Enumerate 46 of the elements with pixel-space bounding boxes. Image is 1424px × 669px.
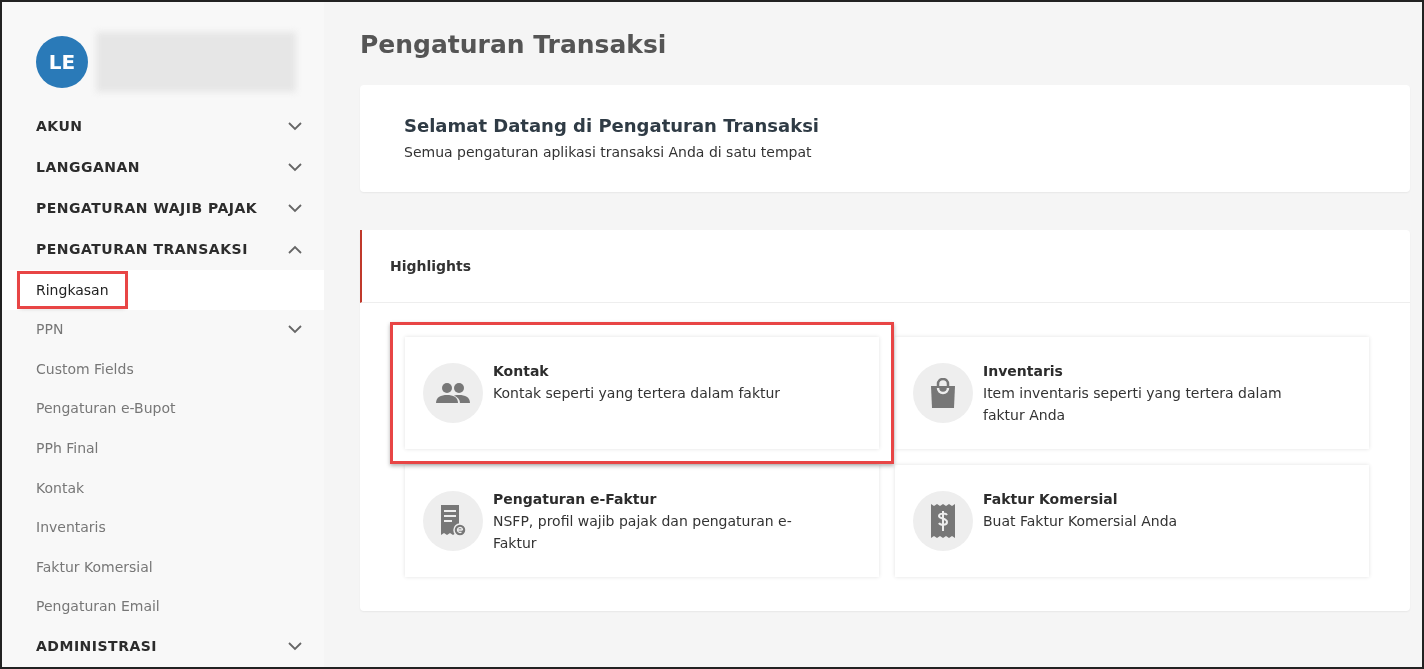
highlight-card[interactable]: Inventaris Item inventaris seperti yang tertera dalam faktur Anda — [895, 337, 1369, 449]
receipt-icon — [439, 505, 467, 537]
sidebar-item[interactable]: PPN — [2, 309, 324, 350]
highlight-card[interactable]: Faktur Komersial Buat Faktur Komersial Anda — [895, 465, 1369, 577]
sidebar-section[interactable]: PENGATURAN WAJIB PAJAK — [2, 187, 324, 229]
card-title: Inventaris — [983, 363, 1064, 379]
highlight-card[interactable]: Kontak Kontak seperti yang tertera dalam faktur — [405, 337, 879, 449]
sidebar-item[interactable]: Ringkasan — [2, 269, 324, 310]
section-label: PENGATURAN TRANSAKSI — [36, 241, 248, 258]
card-title: Pengaturan e-Faktur — [493, 491, 658, 507]
highlights-title: Highlights — [360, 230, 1410, 303]
section-label: ADMINISTRASI — [36, 638, 158, 655]
card-description: Kontak seperti yang tertera dalam faktur — [493, 384, 781, 403]
chevron-down-icon — [288, 324, 302, 334]
sidebar-section[interactable]: PENGATURAN TRANSAKSI — [2, 228, 324, 270]
sidebar-item[interactable]: PPh Final — [2, 428, 324, 468]
chevron-down-icon — [288, 203, 302, 213]
dollar-receipt-icon — [931, 504, 955, 538]
chevron-down-icon — [288, 162, 302, 172]
sidebar-section[interactable]: LANGGANAN — [2, 147, 324, 188]
card-title: Faktur Komersial — [983, 491, 1119, 507]
shopping-bag-icon — [929, 378, 957, 408]
page-title: Pengaturan Transaksi — [360, 30, 668, 59]
sidebar-item[interactable]: Pengaturan e-Bupot — [2, 388, 324, 429]
chevron-up-icon — [288, 244, 302, 254]
card-description: NSFP, profil wajib pajak dan pengaturan e-Faktur — [493, 512, 793, 553]
section-label: PENGATURAN WAJIB PAJAK — [36, 200, 258, 217]
welcome-title: Selamat Datang di Pengaturan Transaksi — [404, 115, 820, 136]
section-label: LANGGANAN — [36, 159, 141, 176]
section-label: AKUN — [36, 118, 83, 135]
chevron-down-icon — [288, 642, 302, 651]
highlight-card[interactable]: Pengaturan e-Faktur NSFP, profil wajib pajak dan pengaturan e-Faktur — [405, 465, 879, 577]
sidebar-item[interactable]: Inventaris — [2, 507, 324, 547]
sidebar-item[interactable]: Faktur Komersial — [2, 546, 324, 587]
people-icon — [436, 383, 470, 403]
card-description: Buat Faktur Komersial Anda — [983, 512, 1178, 531]
sidebar-item[interactable]: Kontak — [2, 467, 324, 508]
chevron-down-icon — [288, 122, 302, 131]
card-title: Kontak — [493, 363, 550, 379]
card-description: Item inventaris seperti yang tertera dalam faktur Anda — [983, 384, 1283, 425]
sidebar-section[interactable]: AKUN — [2, 106, 324, 147]
welcome-subtitle: Semua pengaturan aplikasi transaksi Anda di satu tempat — [404, 144, 813, 160]
sidebar-item[interactable]: Custom Fields — [2, 349, 324, 389]
user-avatar[interactable]: LE — [36, 36, 88, 88]
sidebar-item[interactable]: Pengaturan Email — [2, 586, 324, 626]
sidebar-section[interactable]: ADMINISTRASI — [2, 626, 324, 667]
